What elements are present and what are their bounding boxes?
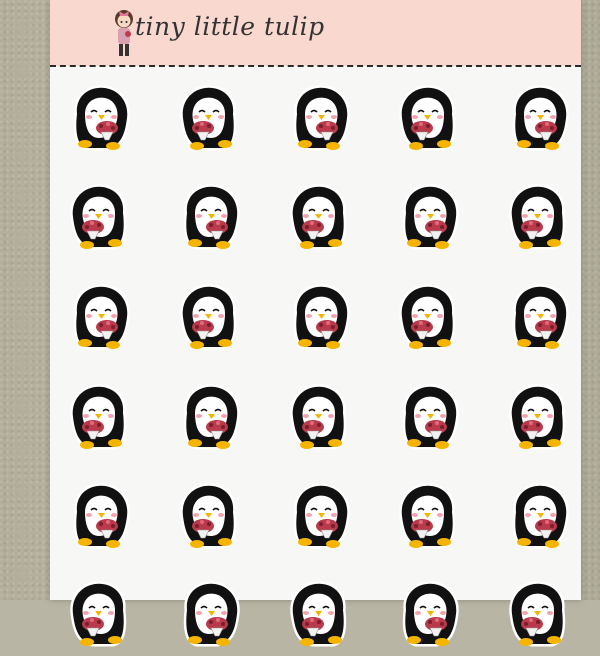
penguin-holding-flower-bouquet-icon: [506, 283, 572, 355]
penguin-holding-flower-bouquet-icon: [67, 283, 133, 355]
penguin-holding-flower-bouquet-icon: [67, 84, 133, 156]
penguin-holding-flower-bouquet-icon: [287, 84, 353, 156]
penguin-holding-flower-bouquet-icon: [287, 183, 353, 255]
penguin-holding-flower-bouquet-icon: [177, 84, 243, 156]
penguin-holding-flower-bouquet-icon: [177, 283, 243, 355]
penguin-holding-flower-bouquet-icon: [287, 283, 353, 355]
penguin-holding-flower-bouquet-icon: [506, 580, 572, 652]
penguin-holding-flower-bouquet-icon: [506, 482, 572, 554]
penguin-holding-flower-bouquet-icon: [396, 183, 462, 255]
penguin-holding-flower-bouquet-icon: [506, 183, 572, 255]
penguin-holding-flower-bouquet-icon: [67, 183, 133, 255]
penguin-holding-flower-bouquet-icon: [287, 383, 353, 455]
penguin-holding-flower-bouquet-icon: [287, 580, 353, 652]
sticker-sheet: tiny little tulip: [50, 0, 581, 647]
penguin-holding-flower-bouquet-icon: [506, 383, 572, 455]
penguin-holding-flower-bouquet-icon: [177, 383, 243, 455]
penguin-holding-flower-bouquet-icon: [287, 482, 353, 554]
penguin-holding-flower-bouquet-icon: [177, 183, 243, 255]
penguin-holding-flower-bouquet-icon: [396, 283, 462, 355]
penguin-holding-flower-bouquet-icon: [67, 580, 133, 652]
penguin-holding-flower-bouquet-icon: [396, 84, 462, 156]
penguin-holding-flower-bouquet-icon: [506, 84, 572, 156]
penguin-holding-flower-bouquet-icon: [177, 482, 243, 554]
penguin-holding-flower-bouquet-icon: [177, 580, 243, 652]
penguin-holding-flower-bouquet-icon: [396, 482, 462, 554]
penguin-holding-flower-bouquet-icon: [396, 580, 462, 652]
penguin-holding-flower-bouquet-icon: [396, 383, 462, 455]
penguin-holding-flower-bouquet-icon: [67, 383, 133, 455]
penguin-holding-flower-bouquet-icon: [67, 482, 133, 554]
sticker-grid: [50, 0, 581, 647]
